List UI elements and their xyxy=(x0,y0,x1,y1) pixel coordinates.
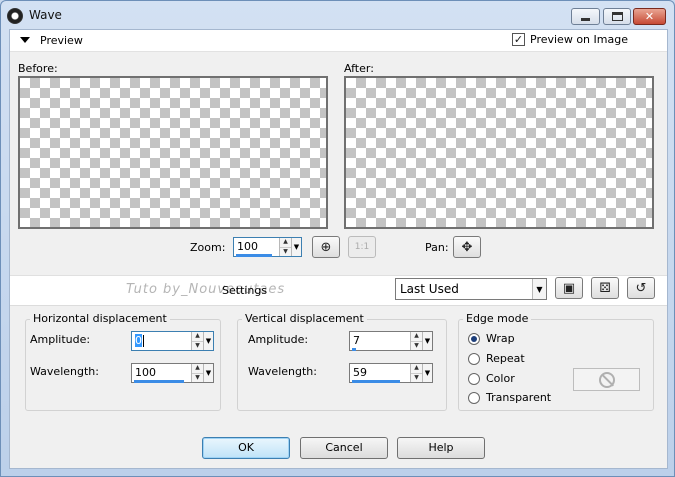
window-title: Wave xyxy=(29,8,62,22)
horizontal-wavelength-dropdown-arrow[interactable]: ▼ xyxy=(203,364,213,382)
horizontal-amplitude-spinbox[interactable]: 0 ▲ ▼ ▼ xyxy=(131,331,214,351)
stepper-up-icon[interactable]: ▲ xyxy=(192,332,203,341)
stepper-down-icon[interactable]: ▼ xyxy=(192,340,203,350)
vertical-displacement-legend: Vertical displacement xyxy=(242,312,367,325)
horizontal-amplitude-value[interactable]: 0 xyxy=(132,332,191,350)
preview-toggle-label[interactable]: Preview xyxy=(40,34,83,47)
edge-mode-option-wrap[interactable]: Wrap xyxy=(468,332,515,345)
preset-value[interactable]: Last Used xyxy=(396,282,532,296)
ok-button[interactable]: OK xyxy=(202,437,290,459)
vertical-wavelength-label: Wavelength: xyxy=(248,365,317,378)
preview-on-image-label: Preview on Image xyxy=(530,33,628,46)
preview-on-image-option[interactable]: ✓ Preview on Image xyxy=(512,33,628,46)
horizontal-amplitude-stepper[interactable]: ▲ ▼ xyxy=(191,332,203,350)
edge-mode-option-color[interactable]: Color xyxy=(468,372,515,385)
horizontal-amplitude-dropdown-arrow[interactable]: ▼ xyxy=(203,332,213,350)
stepper-up-icon[interactable]: ▲ xyxy=(411,364,422,373)
vertical-amplitude-stepper[interactable]: ▲ ▼ xyxy=(410,332,422,350)
help-button[interactable]: Help xyxy=(397,437,485,459)
horizontal-amplitude-text[interactable]: 0 xyxy=(135,334,142,347)
repeat-label: Repeat xyxy=(486,352,525,365)
maximize-button[interactable] xyxy=(603,8,631,25)
preview-header: Preview ✓ Preview on Image xyxy=(10,30,667,52)
dialog-client: Preview ✓ Preview on Image Before: After… xyxy=(9,29,668,469)
zoom-stepper[interactable]: ▲ ▼ xyxy=(279,238,291,256)
color-label: Color xyxy=(486,372,515,385)
collapse-triangle-icon[interactable] xyxy=(20,37,30,43)
edge-mode-legend: Edge mode xyxy=(463,312,532,325)
pan-button[interactable]: ✥ xyxy=(453,236,481,258)
zoom-level-bar xyxy=(236,254,272,257)
minimize-button[interactable] xyxy=(571,8,600,25)
transparent-label: Transparent xyxy=(486,391,552,404)
reset-button[interactable]: ↺ xyxy=(627,277,655,299)
close-button[interactable]: ✕ xyxy=(633,8,666,25)
no-color-icon xyxy=(598,371,615,388)
wrap-label: Wrap xyxy=(486,332,515,345)
before-label: Before: xyxy=(18,62,58,75)
color-radio[interactable] xyxy=(468,372,480,385)
zoom-fit-button[interactable]: ⊕ xyxy=(312,236,340,258)
pan-move-icon: ✥ xyxy=(461,239,473,255)
vertical-amplitude-value[interactable]: 7 xyxy=(350,332,410,350)
vertical-displacement-group: Vertical displacement Amplitude: 7 ▲ ▼ ▼ … xyxy=(237,312,447,411)
zoom-actual-size-button[interactable]: 1:1 xyxy=(348,236,376,258)
horizontal-displacement-group: Horizontal displacement Amplitude: 0 ▲ ▼ … xyxy=(25,312,221,411)
vertical-amplitude-label: Amplitude: xyxy=(248,333,309,346)
edge-mode-option-repeat[interactable]: Repeat xyxy=(468,352,525,365)
edge-mode-option-transparent[interactable]: Transparent xyxy=(468,391,551,404)
stepper-up-icon[interactable]: ▲ xyxy=(280,238,291,247)
stepper-down-icon[interactable]: ▼ xyxy=(280,246,291,256)
reset-icon: ↺ xyxy=(635,280,647,296)
vertical-wavelength-stepper[interactable]: ▲ ▼ xyxy=(410,364,422,382)
dialog-window: Wave ✕ Preview ✓ Preview on Image Before… xyxy=(0,0,675,477)
pan-label: Pan: xyxy=(425,241,449,254)
horizontal-amplitude-label: Amplitude: xyxy=(30,333,91,346)
close-icon: ✕ xyxy=(644,10,655,23)
transparent-radio[interactable] xyxy=(468,391,480,404)
preset-select[interactable]: Last Used ▼ xyxy=(395,278,547,300)
settings-label: Settings xyxy=(222,284,268,297)
wrap-radio[interactable] xyxy=(468,332,480,345)
stepper-down-icon[interactable]: ▼ xyxy=(411,340,422,350)
edge-color-swatch[interactable] xyxy=(573,368,640,391)
zoom-fit-icon: ⊕ xyxy=(320,239,332,255)
stepper-up-icon[interactable]: ▲ xyxy=(192,364,203,373)
vertical-wavelength-dropdown-arrow[interactable]: ▼ xyxy=(422,364,432,382)
randomize-button[interactable]: ⚄ xyxy=(591,277,619,299)
horizontal-wavelength-level-bar xyxy=(134,380,184,383)
settings-bar: Tuto by_Nouveautaes Settings Last Used ▼… xyxy=(10,276,667,306)
save-icon: ▣ xyxy=(562,280,576,296)
vertical-amplitude-dropdown-arrow[interactable]: ▼ xyxy=(422,332,432,350)
text-caret xyxy=(143,335,144,347)
vertical-amplitude-level-bar xyxy=(352,348,356,351)
zoom-label: Zoom: xyxy=(190,241,226,254)
stepper-down-icon[interactable]: ▼ xyxy=(192,372,203,382)
stepper-up-icon[interactable]: ▲ xyxy=(411,332,422,341)
horizontal-wavelength-spinbox[interactable]: 100 ▲ ▼ ▼ xyxy=(131,363,214,383)
zoom-spinbox[interactable]: 100 ▲ ▼ ▼ xyxy=(233,237,302,257)
zoom-dropdown-arrow[interactable]: ▼ xyxy=(291,238,301,256)
repeat-radio[interactable] xyxy=(468,352,480,365)
vertical-wavelength-spinbox[interactable]: 59 ▲ ▼ ▼ xyxy=(349,363,433,383)
minimize-icon xyxy=(581,18,590,21)
horizontal-displacement-legend: Horizontal displacement xyxy=(30,312,170,325)
before-preview-pane[interactable] xyxy=(18,76,328,229)
after-preview-pane[interactable] xyxy=(344,76,654,229)
save-preset-button[interactable]: ▣ xyxy=(555,277,583,299)
preview-on-image-checkbox[interactable]: ✓ xyxy=(512,33,525,46)
app-icon xyxy=(7,8,23,24)
cancel-button[interactable]: Cancel xyxy=(300,437,388,459)
stepper-down-icon[interactable]: ▼ xyxy=(411,372,422,382)
chevron-down-icon[interactable]: ▼ xyxy=(532,279,546,299)
maximize-icon xyxy=(611,12,623,21)
title-bar[interactable]: Wave ✕ xyxy=(1,1,674,31)
vertical-amplitude-spinbox[interactable]: 7 ▲ ▼ ▼ xyxy=(349,331,433,351)
after-label: After: xyxy=(344,62,374,75)
horizontal-wavelength-label: Wavelength: xyxy=(30,365,99,378)
actual-size-icon: 1:1 xyxy=(354,242,370,252)
vertical-wavelength-level-bar xyxy=(352,380,400,383)
dice-icon: ⚄ xyxy=(599,280,611,296)
horizontal-wavelength-stepper[interactable]: ▲ ▼ xyxy=(191,364,203,382)
